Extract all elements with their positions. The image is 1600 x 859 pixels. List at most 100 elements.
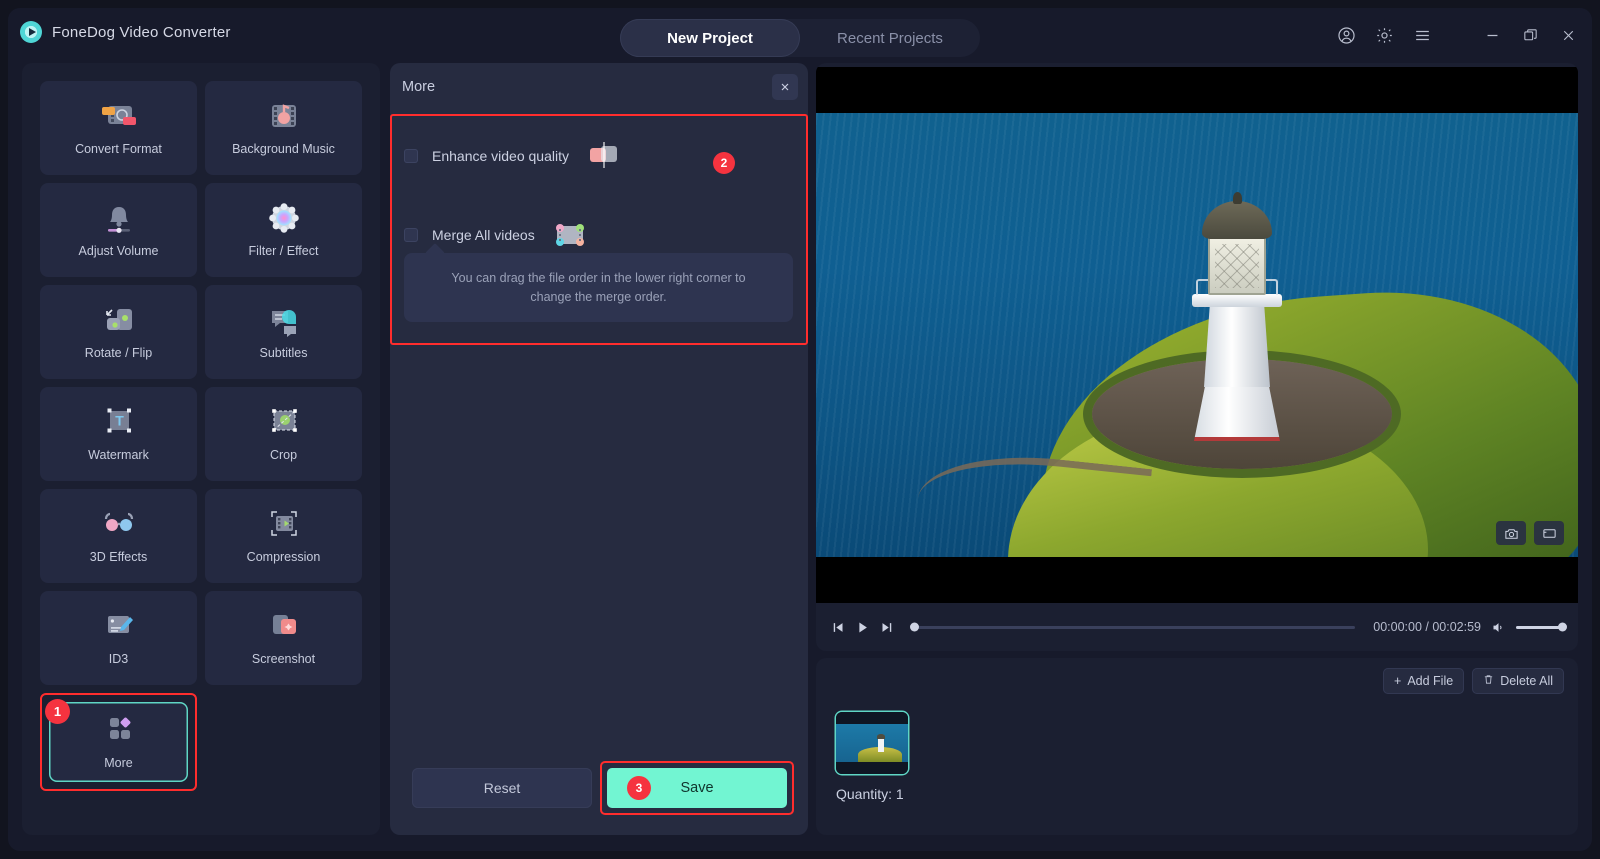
trash-icon — [1483, 674, 1494, 688]
close-icon[interactable] — [1558, 25, 1578, 45]
thumbnail-letterbox-top — [836, 712, 908, 724]
sidebar-item-label: Subtitles — [259, 346, 308, 360]
maximize-icon[interactable] — [1520, 25, 1540, 45]
skip-previous-icon[interactable] — [830, 620, 845, 635]
add-file-label: Add File — [1407, 674, 1454, 688]
sidebar-item-label: Filter / Effect — [248, 244, 319, 258]
play-circle-logo-icon — [20, 21, 42, 43]
compression-icon — [264, 508, 304, 542]
video-canvas[interactable] — [816, 67, 1578, 603]
volume-slider[interactable] — [1516, 622, 1567, 632]
step-badge-1: 1 — [45, 699, 70, 724]
account-icon[interactable] — [1336, 25, 1356, 45]
video-preview-panel: 00:00:00 / 00:02:59 — [816, 63, 1578, 651]
lighthouse-base — [1194, 381, 1280, 441]
filter-effect-icon — [264, 202, 304, 236]
panel-actions: Reset 3 Save — [404, 761, 794, 815]
sidebar-item-label: Background Music — [232, 142, 335, 156]
svg-text:T: T — [115, 413, 124, 429]
tab-new-project[interactable]: New Project — [620, 19, 800, 57]
sidebar-item-label: ID3 — [108, 652, 129, 666]
sidebar-item-filter-effect[interactable]: Filter / Effect — [205, 183, 362, 277]
save-button[interactable]: 3 Save — [607, 768, 787, 808]
plus-icon: + — [1394, 674, 1402, 688]
sidebar-item-convert-format[interactable]: Convert Format — [40, 81, 197, 175]
sidebar-item-more[interactable]: More — [49, 702, 188, 782]
sidebar-item-screenshot[interactable]: Screenshot — [205, 591, 362, 685]
volume-handle[interactable] — [1558, 622, 1567, 632]
preview-overlay-actions — [1496, 521, 1564, 545]
panel-title: More — [402, 79, 436, 95]
close-icon[interactable] — [772, 74, 798, 100]
convert-format-icon — [99, 100, 139, 134]
step-badge-2: 2 — [713, 152, 735, 174]
enhance-video-quality-checkbox[interactable] — [404, 149, 418, 163]
delete-all-label: Delete All — [1500, 674, 1553, 688]
sidebar-item-label: Compression — [246, 550, 321, 564]
sidebar-item-rotate-flip[interactable]: Rotate / Flip — [40, 285, 197, 379]
skip-next-icon[interactable] — [880, 620, 895, 635]
more-panel: More Enhance video quality 2 Merge All v… — [390, 63, 808, 835]
tools-grid: Convert Format Background Music Adjust V… — [40, 81, 362, 791]
application-window: FoneDog Video Converter New Project Rece… — [8, 8, 1592, 851]
delete-all-button[interactable]: Delete All — [1472, 668, 1564, 694]
sidebar-item-label: Watermark — [88, 448, 149, 462]
sidebar-item-3d-effects[interactable]: 3D Effects — [40, 489, 197, 583]
brand: FoneDog Video Converter — [20, 21, 231, 43]
panel-header: More — [390, 63, 808, 111]
sidebar-item-subtitles[interactable]: Subtitles — [205, 285, 362, 379]
merge-order-tooltip: You can drag the file order in the lower… — [404, 243, 793, 322]
adjust-volume-icon — [99, 202, 139, 236]
thumbnail-letterbox-bottom — [836, 762, 908, 774]
merge-videos-icon — [549, 219, 591, 251]
3d-effects-icon — [99, 508, 139, 542]
letterbox-bottom — [816, 557, 1578, 603]
minimize-icon[interactable] — [1482, 25, 1502, 45]
title-bar: FoneDog Video Converter New Project Rece… — [8, 8, 1592, 63]
letterbox-top — [816, 67, 1578, 113]
enhance-quality-icon — [583, 140, 625, 172]
save-highlight-box: 3 Save — [600, 761, 794, 815]
sidebar-item-compression[interactable]: Compression — [205, 489, 362, 583]
reset-button[interactable]: Reset — [412, 768, 592, 808]
window-controls — [1336, 25, 1578, 45]
lighthouse-tower — [1204, 303, 1270, 387]
add-file-button[interactable]: + Add File — [1383, 668, 1465, 694]
sidebar-item-label: Rotate / Flip — [84, 346, 153, 360]
sidebar-item-label: Convert Format — [75, 142, 162, 156]
tools-sidebar: Convert Format Background Music Adjust V… — [22, 63, 380, 835]
merge-all-videos-checkbox[interactable] — [404, 228, 418, 242]
fullscreen-icon[interactable] — [1534, 521, 1564, 545]
seek-handle[interactable] — [910, 622, 919, 632]
rotate-flip-icon — [99, 304, 139, 338]
seek-slider[interactable] — [910, 622, 1356, 632]
file-thumbnail[interactable] — [836, 712, 908, 774]
sidebar-item-watermark[interactable]: T Watermark — [40, 387, 197, 481]
thumbnail-lighthouse — [877, 734, 885, 752]
background-music-icon — [264, 100, 304, 134]
time-display: 00:00:00 / 00:02:59 — [1373, 620, 1481, 634]
screenshot-icon — [264, 610, 304, 644]
sidebar-item-id3[interactable]: ID3 — [40, 591, 197, 685]
sidebar-item-background-music[interactable]: Background Music — [205, 81, 362, 175]
option-enhance-video-quality[interactable]: Enhance video quality — [404, 140, 625, 172]
sidebar-item-label: Screenshot — [251, 652, 316, 666]
id3-icon — [99, 610, 139, 644]
more-highlight-box: 1 More — [40, 693, 197, 791]
lighthouse-finial — [1233, 192, 1242, 204]
watermark-icon: T — [99, 406, 139, 440]
play-icon[interactable] — [855, 620, 870, 635]
tab-recent-projects[interactable]: Recent Projects — [800, 19, 980, 57]
camera-icon[interactable] — [1496, 521, 1526, 545]
file-list-panel: + Add File Delete All Quantity: 1 — [816, 658, 1578, 835]
volume-icon[interactable] — [1491, 620, 1506, 635]
player-controls: 00:00:00 / 00:02:59 — [816, 603, 1578, 651]
step-badge-3: 3 — [627, 776, 651, 800]
gear-icon[interactable] — [1374, 25, 1394, 45]
sidebar-item-crop[interactable]: Crop — [205, 387, 362, 481]
video-frame-image — [816, 113, 1578, 557]
hamburger-menu-icon[interactable] — [1412, 25, 1432, 45]
sidebar-item-adjust-volume[interactable]: Adjust Volume — [40, 183, 197, 277]
lighthouse-lamp-room — [1208, 237, 1266, 295]
option-label: Enhance video quality — [432, 148, 569, 164]
